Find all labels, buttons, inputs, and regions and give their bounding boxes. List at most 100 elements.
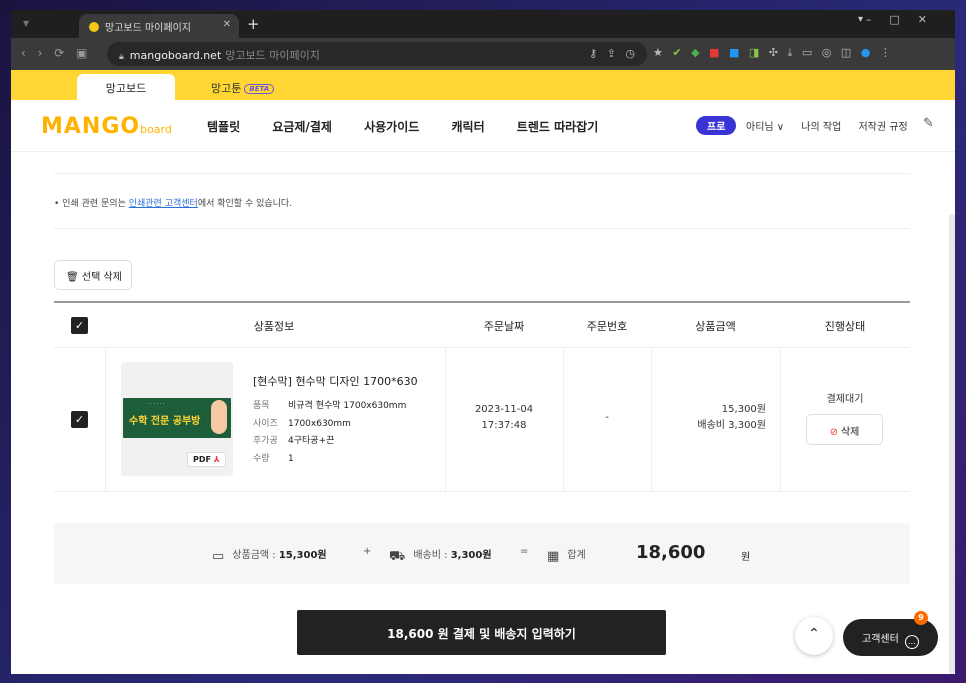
card-icon: ▭ [212,549,225,564]
spec-key: 품목 [253,401,270,411]
spec-value: 4구타공+끈 [288,436,335,446]
price-cell: 15,300원 배송비 3,300원 [651,402,766,434]
nav-templates[interactable]: 템플릿 [207,120,240,134]
browser-tab[interactable]: 망고보드 마이페이지 ✕ [79,14,239,38]
pdf-label: PDF [193,455,211,464]
browser-toolbar: ‹ › ⟳ ▣ 🔒︎ mangoboard.net 망고보드 마이페이지 ⚷ ⇪ ◷… [11,38,955,70]
order-date-time: 17:37:48 [481,420,527,431]
delete-selected-button[interactable]: 🗑︎ 선택 삭제 [54,260,132,290]
site-tab-mangotoon-label: 망고툰 [211,82,242,95]
shipping-fee: 배송비 3,300원 [697,420,766,431]
th-date: 주문날짜 [483,320,525,333]
divider [780,348,781,492]
my-work-link[interactable]: 나의 작업 [801,122,841,133]
pdf-badge[interactable]: PDF ⅄ [187,452,226,467]
nav-characters[interactable]: 캐릭터 [451,120,484,134]
banner-preview: · · · · · · 수학 전문 공부방 [123,398,231,438]
logo-text: MANGO [41,114,141,139]
user-menu[interactable]: 아티님 ∨ [746,122,784,133]
summary-product-value: 15,300원 [278,550,327,561]
divider [54,173,910,174]
logo-sub: board [140,123,172,136]
omnibox-icons[interactable]: ⚷ ⇪ ◷ [589,47,635,60]
extension-icons[interactable]: ★ ✔ ◆ ■ ■ ◨ ✣ ⤓ ▭ ◎ ◫ ● ⋮ [653,46,891,60]
notification-badge: 9 [914,611,928,625]
product-name: [현수막] 현수막 디자인 1700*630 [253,375,418,388]
divider [54,228,910,229]
customer-center-button[interactable]: 고객센터… [843,619,938,656]
nav-buttons[interactable]: ‹ › ⟳ ▣ [21,46,87,60]
order-status: 결제대기 [826,394,864,405]
divider [105,348,106,492]
header-right: 아티님 ∨ 나의 작업 저작권 규정 [746,118,922,133]
tab-title: 망고보드 마이페이지 [105,23,191,34]
delete-row-button[interactable]: ⊘ 삭제 [806,414,883,445]
mangoboard-logo[interactable]: MANGOboard [41,114,172,139]
total-amount: 18,600 [636,542,706,563]
copyright-link[interactable]: 저작권 규정 [858,122,907,133]
row-checkbox[interactable]: ✓ [71,411,88,428]
browser-window: ▾ 망고보드 마이페이지 ✕ + ▾ –□✕ ‹ › ⟳ ▣ 🔒︎ mangobo… [11,10,955,674]
print-notice: • 인쇄 관련 문의는 인쇄관련 고객센터에서 확인할 수 있습니다. [54,196,292,209]
summary-total-label: ▦ 합계 [547,546,586,564]
spec-row: 후가공 4구타공+끈 [253,433,406,451]
summary-product-label: 상품금액 : [232,550,279,561]
pay-button[interactable]: 18,600 원 결제 및 배송지 입력하기 [297,610,666,655]
tab-strip: ▾ 망고보드 마이페이지 ✕ + ▾ –□✕ [11,10,955,38]
spec-value: 1 [288,453,294,464]
total-currency: 원 [741,552,751,563]
truck-icon: ⛟ [389,549,406,564]
pro-badge[interactable]: 프로 [696,116,737,135]
summary-ship-value: 3,300원 [450,550,492,561]
spec-value: 1700x630mm [288,418,351,429]
mango-favicon-icon [89,22,99,32]
delete-circle-icon: ⊘ [829,427,838,438]
product-price: 15,300원 [721,404,766,415]
scroll-top-button[interactable]: ⌃ [795,617,833,655]
pdf-icon: ⅄ [213,455,220,464]
summary-shipping: ⛟ 배송비 : 3,300원 [389,546,492,566]
summary-product: ▭ 상품금액 : 15,300원 [212,546,327,564]
banner-title: 수학 전문 공부방 [129,416,201,427]
spec-key: 수량 [253,453,270,464]
delete-row-label: 삭제 [840,427,860,438]
order-table: ✓ 상품정보 주문날짜 주문번호 상품금액 진행상태 ✓ · · · · · ·… [54,301,910,492]
site-tab-mangoboard[interactable]: 망고보드 [77,74,175,100]
th-status: 진행상태 [824,320,866,333]
spec-row: 수량 1 [253,451,406,469]
table-header: ✓ 상품정보 주문날짜 주문번호 상품금액 진행상태 [54,303,910,348]
order-date: 2023-11-04 17:37:48 [445,402,563,434]
main-nav: 템플릿 요금제/결제 사용가이드 캐릭터 트렌드 따라잡기 [207,118,626,135]
nav-trends[interactable]: 트렌드 따라잡기 [517,120,598,134]
character-illustration [211,400,227,434]
print-cs-link[interactable]: 인쇄관련 고객센터 [129,199,198,209]
page-scrollbar[interactable] [949,214,955,674]
nav-guide[interactable]: 사용가이드 [364,120,419,134]
order-date-day: 2023-11-04 [474,404,534,415]
site-header: MANGOboard 템플릿 요금제/결제 사용가이드 캐릭터 트렌드 따라잡기… [11,100,955,152]
plus-sign: + [363,546,372,557]
new-tab-icon[interactable]: + [247,15,260,33]
url-domain: mangoboard.net [129,49,222,62]
beta-badge: BETA [244,84,275,94]
spec-row: 사이즈 1700x630mm [253,416,406,434]
close-tab-icon[interactable]: ✕ [223,19,231,30]
pen-icon[interactable]: ✎ [923,116,934,131]
address-bar[interactable]: 🔒︎ mangoboard.net 망고보드 마이페이지 ⚷ ⇪ ◷ [107,42,647,66]
total-label: 합계 [567,550,586,561]
chat-icon: … [904,635,919,649]
summary-ship-label: 배송비 : [413,550,451,561]
window-controls[interactable]: –□✕ [866,13,945,26]
product-thumbnail[interactable]: · · · · · · 수학 전문 공부방 PDF ⅄ [121,362,233,476]
th-product: 상품정보 [253,320,295,333]
site-tab-mangotoon[interactable]: 망고툰 BETA [211,80,275,96]
delete-selected-label: 선택 삭제 [81,272,122,283]
order-number: - [605,412,609,423]
select-all-checkbox[interactable]: ✓ [71,317,88,334]
equals-sign: = [520,546,529,557]
nav-pricing[interactable]: 요금제/결제 [272,120,332,134]
notice-suffix: 에서 확인할 수 있습니다. [197,199,293,209]
tab-list-icon[interactable]: ▾ [858,14,863,25]
tab-search-icon[interactable]: ▾ [23,16,29,30]
spec-value: 비규격 현수막 1700x630mm [288,401,407,411]
